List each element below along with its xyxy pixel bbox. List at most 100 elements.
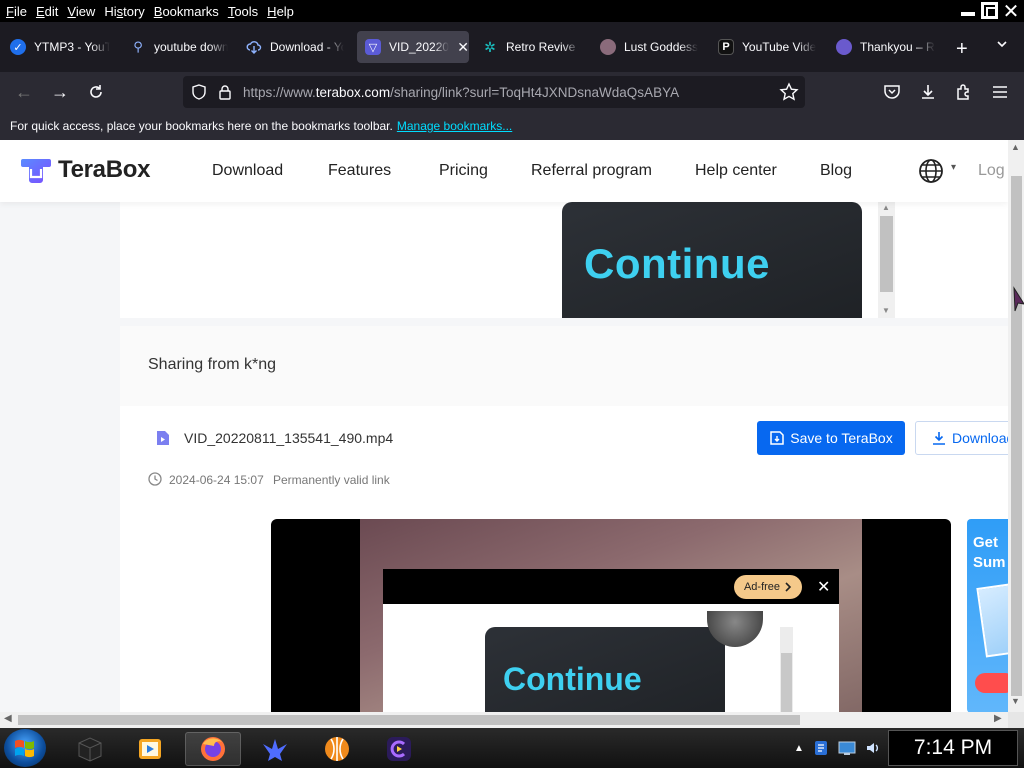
taskbar-app-orange-ball[interactable]: [309, 732, 365, 766]
ad-free-button[interactable]: Ad-free: [734, 575, 802, 599]
nav-features[interactable]: Features: [328, 162, 391, 180]
downloads-icon[interactable]: [916, 80, 940, 104]
scroll-thumb[interactable]: [1011, 176, 1022, 696]
nav-referral-program[interactable]: Referral program: [531, 162, 652, 180]
popup-ad-header: Ad-free ✕: [383, 569, 839, 604]
ad-scrollbar[interactable]: ▲ ▼: [878, 202, 895, 318]
start-button[interactable]: [4, 729, 46, 767]
close-popup-icon[interactable]: ✕: [817, 577, 830, 597]
scroll-thumb[interactable]: [781, 653, 792, 712]
tab-strip: ✓ YTMP3 - YouTub ⚲ youtube downl Downloa…: [0, 22, 1024, 72]
tab-title: Lust Goddess: [624, 40, 699, 54]
scroll-right-icon[interactable]: ▶: [994, 713, 1002, 724]
windows-logo-icon: [15, 739, 34, 758]
taskbar-app-c-player[interactable]: [371, 732, 427, 766]
save-to-terabox-button[interactable]: Save to TeraBox: [757, 421, 905, 455]
network-monitor-icon[interactable]: [838, 739, 856, 757]
tab-ytmp3[interactable]: ✓ YTMP3 - YouTub: [10, 31, 110, 63]
cloud-download-icon: [246, 39, 262, 55]
new-tab-icon[interactable]: +: [956, 39, 968, 59]
nav-help-center[interactable]: Help center: [695, 162, 777, 180]
minimize-button[interactable]: [959, 2, 977, 20]
terabox-logo-icon: [21, 159, 51, 183]
extensions-icon[interactable]: [952, 80, 976, 104]
firefox-icon: [201, 737, 225, 761]
scroll-left-icon[interactable]: ◀: [4, 713, 12, 724]
file-name[interactable]: VID_20220811_135541_490.mp4: [184, 430, 393, 446]
taskbar-app-firefox[interactable]: [185, 732, 241, 766]
media-player-icon: [139, 739, 161, 759]
nav-pricing[interactable]: Pricing: [439, 162, 488, 180]
continue-ad-banner[interactable]: Continue: [562, 202, 862, 318]
url-prefix: https://www.: [243, 84, 316, 100]
menu-help[interactable]: Help: [267, 4, 294, 19]
logo-text: TeraBox: [58, 156, 151, 183]
url-text[interactable]: https://www.terabox.com/sharing/link?sur…: [243, 85, 679, 100]
manage-bookmarks-link[interactable]: Manage bookmarks...: [397, 119, 512, 133]
continue-ad-popup[interactable]: Continue: [485, 611, 763, 712]
popup-scrollbar[interactable]: [780, 627, 793, 712]
taskbar-app-black-box[interactable]: [62, 732, 118, 766]
scroll-down-icon[interactable]: ▼: [1011, 696, 1020, 706]
tab-download[interactable]: Download - Yo: [246, 31, 344, 63]
ytmp3-icon: ✓: [10, 39, 26, 55]
scroll-thumb[interactable]: [880, 216, 893, 292]
nav-download[interactable]: Download: [212, 162, 283, 180]
clock-icon: [148, 472, 162, 486]
menu-view[interactable]: View: [67, 4, 95, 19]
ad-free-label: Ad-free: [743, 581, 781, 593]
taskbar-app-media-player[interactable]: [122, 732, 178, 766]
side-ad-cta-button[interactable]: [975, 673, 1008, 693]
menu-tools[interactable]: Tools: [228, 4, 258, 19]
menu-bar: File Edit View History Bookmarks Tools H…: [0, 0, 1024, 23]
tab-vid-active[interactable]: ▽ VID_2022081 ✕: [357, 31, 469, 63]
nav-blog[interactable]: Blog: [820, 162, 852, 180]
page-horizontal-scrollbar[interactable]: ◀ ▶: [0, 712, 1008, 728]
tab-title: Thankyou – R: [860, 40, 935, 54]
tab-youtube-download[interactable]: ⚲ youtube downl: [130, 31, 228, 63]
url-bar[interactable]: https://www.terabox.com/sharing/link?sur…: [183, 76, 805, 108]
back-icon[interactable]: ←: [12, 80, 36, 104]
tray-app-icon[interactable]: [812, 739, 830, 757]
terabox-logo[interactable]: TeraBox: [20, 155, 150, 185]
restore-button[interactable]: [981, 2, 998, 19]
menu-edit[interactable]: Edit: [36, 4, 58, 19]
tab-thankyou[interactable]: Thankyou – R: [836, 31, 938, 63]
download-button[interactable]: Download: [915, 421, 1008, 455]
url-domain: terabox.com: [315, 84, 391, 100]
scroll-up-icon[interactable]: ▲: [1011, 142, 1020, 152]
side-ad-banner[interactable]: Get Sum: [967, 519, 1008, 712]
tab-youtube-video[interactable]: P YouTube Video: [718, 31, 816, 63]
scroll-down-icon[interactable]: ▼: [882, 306, 890, 315]
forward-icon[interactable]: →: [48, 80, 72, 104]
menu-bookmarks[interactable]: Bookmarks: [154, 4, 219, 19]
page-vertical-scrollbar[interactable]: ▲ ▼: [1008, 140, 1024, 712]
close-tab-icon[interactable]: ✕: [457, 39, 469, 56]
taskbar-app-bird[interactable]: [247, 732, 303, 766]
shield-icon[interactable]: [191, 84, 207, 100]
taskbar-clock[interactable]: 7:14 PM: [888, 730, 1018, 766]
tab-lust-goddess[interactable]: Lust Goddess: [600, 31, 704, 63]
menu-file[interactable]: File: [6, 4, 27, 19]
taskbar: ▲ 7:14 PM: [0, 728, 1024, 768]
menu-history[interactable]: History: [104, 4, 144, 19]
lock-icon[interactable]: [217, 84, 233, 100]
navigation-bar: ← → https://www.terabox.com/sharing/link…: [0, 72, 1024, 112]
scroll-up-icon[interactable]: ▲: [882, 203, 890, 212]
bookmark-star-icon[interactable]: [779, 82, 799, 102]
tab-retro-revive[interactable]: ✲ Retro Revive -: [482, 31, 580, 63]
globe-icon[interactable]: [918, 158, 944, 184]
tab-title: Download - Yo: [270, 40, 344, 54]
reload-icon[interactable]: [84, 80, 108, 104]
language-caret-icon[interactable]: ▾: [951, 162, 956, 173]
speaker-icon[interactable]: [864, 739, 882, 757]
tray-expand-icon[interactable]: ▲: [794, 743, 804, 754]
retro-revive-icon: ✲: [484, 38, 496, 55]
scroll-thumb[interactable]: [18, 715, 800, 725]
hamburger-menu-icon[interactable]: [988, 80, 1012, 104]
close-window-button[interactable]: ✕: [1002, 1, 1020, 23]
pocket-icon[interactable]: [880, 80, 904, 104]
bird-icon: [263, 739, 287, 761]
login-link[interactable]: Log: [978, 162, 1005, 180]
chevron-down-icon[interactable]: [996, 38, 1008, 53]
